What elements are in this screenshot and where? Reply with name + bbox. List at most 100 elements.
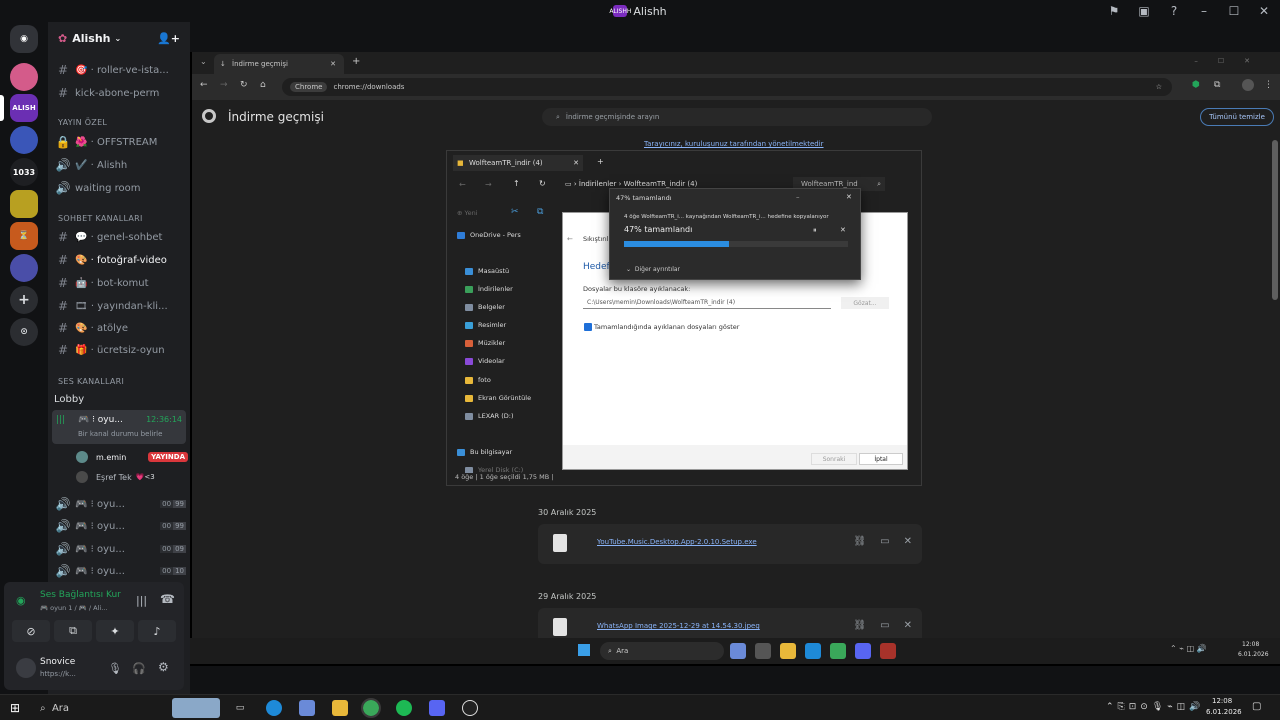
- chrome-icon[interactable]: [830, 643, 846, 659]
- screen-share-button[interactable]: ⧉: [54, 620, 92, 642]
- channel-item[interactable]: 🔊 waiting room: [54, 178, 186, 198]
- channel-item[interactable]: 🔒 🌺 · OFFSTREAM: [54, 132, 186, 152]
- maximize-icon[interactable]: ☐: [1226, 4, 1242, 18]
- remove-icon[interactable]: ✕: [904, 536, 912, 547]
- channel-item[interactable]: # 🤖 · bot-komut: [54, 273, 186, 293]
- server-icon[interactable]: [10, 254, 38, 282]
- server-header[interactable]: ✿ Alishh ⌄ 👤+: [48, 22, 190, 54]
- voice-channel-item[interactable]: 🔊 🎮 ⁝ oyu... 00 10: [54, 561, 186, 581]
- cancel-button[interactable]: İptal: [859, 453, 903, 465]
- close-icon[interactable]: ✕: [846, 193, 852, 201]
- extensions-icon[interactable]: ⧉: [1214, 80, 1220, 90]
- new-tab-icon[interactable]: +: [597, 157, 604, 166]
- nav-desktop[interactable]: Masaüstü: [465, 267, 509, 275]
- omnibox[interactable]: Chrome chrome://downloads ☆: [282, 78, 1172, 96]
- noise-suppression-icon[interactable]: |||: [136, 594, 147, 607]
- folder-icon[interactable]: ▭: [880, 536, 889, 547]
- server-icon[interactable]: ⏳: [10, 222, 38, 250]
- channel-item[interactable]: # 🎨 · fotoğraf-video: [54, 250, 186, 270]
- bookmark-star-icon[interactable]: ☆: [1156, 83, 1162, 91]
- extension-icon[interactable]: ⬢: [1192, 80, 1200, 90]
- headphones-icon[interactable]: 🎧: [132, 662, 146, 675]
- nav-folder-foto[interactable]: foto: [465, 376, 491, 384]
- up-icon[interactable]: ↑: [513, 179, 520, 188]
- dest-path-input[interactable]: C:\Users\memin\Downloads\WolfteamTR_indi…: [583, 297, 831, 309]
- add-member-icon[interactable]: 👤+: [157, 32, 180, 45]
- site-chip[interactable]: Chrome: [290, 82, 328, 92]
- window-controls[interactable]: –☐✕: [1194, 57, 1270, 65]
- new-tab-icon[interactable]: +: [352, 56, 360, 67]
- server-icon-1033[interactable]: 1033: [10, 158, 38, 186]
- tray-icons[interactable]: ⌃ ⌁ ◫ 🔊: [1170, 644, 1207, 653]
- back-icon[interactable]: ←: [459, 180, 466, 189]
- inbox-icon[interactable]: ⚑: [1106, 4, 1122, 18]
- show-files-checkbox[interactable]: [584, 323, 592, 331]
- nav-videos[interactable]: Videolar: [465, 357, 505, 365]
- nav-pictures[interactable]: Resimler: [465, 321, 506, 329]
- spotify-icon[interactable]: [396, 700, 412, 716]
- channel-item[interactable]: # 🎯 · roller-ve-ista...: [54, 60, 186, 80]
- screen-share-icon[interactable]: ▣: [1136, 4, 1152, 18]
- channel-item[interactable]: # 🎁 · ücretsiz-oyun: [54, 340, 186, 360]
- remove-icon[interactable]: ✕: [904, 620, 912, 631]
- nav-drive-d[interactable]: LEXAR (D:): [465, 412, 513, 420]
- server-icon[interactable]: [10, 126, 38, 154]
- more-details-toggle[interactable]: ⌄ Diğer ayrıntılar: [626, 266, 680, 273]
- channel-item[interactable]: Lobby: [54, 389, 186, 409]
- channel-item[interactable]: # kick-abone-perm: [54, 83, 186, 103]
- voice-member[interactable]: m.emin YAYINDA: [76, 449, 188, 465]
- minimize-icon[interactable]: –: [796, 193, 800, 201]
- avatar[interactable]: [16, 658, 36, 678]
- file-explorer-icon[interactable]: [780, 643, 796, 659]
- server-icon[interactable]: [10, 190, 38, 218]
- cut-icon[interactable]: ✂: [511, 207, 519, 217]
- help-icon[interactable]: ?: [1166, 4, 1182, 18]
- voice-connection-title[interactable]: Ses Bağlantısı Kur: [40, 590, 121, 600]
- file-explorer-icon[interactable]: [332, 700, 348, 716]
- server-icon-alishh[interactable]: ALISH: [10, 94, 38, 122]
- discover-icon[interactable]: ⊙: [10, 318, 38, 346]
- settings-icon[interactable]: ⚙: [158, 660, 169, 674]
- pause-icon[interactable]: ⏸: [813, 226, 817, 235]
- file-link[interactable]: WhatsApp Image 2025-12-29 at 14.54.30.jp…: [597, 622, 760, 630]
- copy-link-icon[interactable]: ⛓: [853, 536, 866, 547]
- close-tab-icon[interactable]: ✕: [573, 159, 579, 167]
- chrome-icon[interactable]: [361, 698, 381, 718]
- windows-start-icon[interactable]: [578, 644, 590, 656]
- back-icon[interactable]: ←: [567, 235, 573, 243]
- copy-link-icon[interactable]: ⛓: [853, 620, 866, 631]
- disconnect-icon[interactable]: ☎: [160, 592, 175, 606]
- app-icon[interactable]: [880, 643, 896, 659]
- windows-start-icon[interactable]: ⊞: [10, 701, 20, 715]
- voice-channel-item[interactable]: 🔊 🎮 ⁝ oyu... 00 99: [54, 516, 186, 536]
- copilot-icon[interactable]: [299, 700, 315, 716]
- search-input[interactable]: ⌕ İndirme geçmişinde arayın: [542, 108, 932, 126]
- soundboard-button[interactable]: ♪: [138, 620, 176, 642]
- nav-folder-screenshots[interactable]: Ekran Görüntüle: [465, 394, 531, 402]
- nav-documents[interactable]: Belgeler: [465, 303, 505, 311]
- discord-icon[interactable]: [855, 643, 871, 659]
- minimize-icon[interactable]: –: [1196, 4, 1212, 18]
- camera-button[interactable]: ⊘: [12, 620, 50, 642]
- menu-icon[interactable]: ⋮: [1264, 80, 1273, 90]
- refresh-icon[interactable]: ↻: [539, 179, 546, 188]
- tray-icons[interactable]: ⌃⎘⊡⊙🎙⌁◫🔊: [1106, 702, 1204, 712]
- close-icon[interactable]: ✕: [1256, 4, 1272, 18]
- profile-icon[interactable]: [1242, 79, 1254, 91]
- notification-icon[interactable]: ▢: [1252, 701, 1261, 712]
- nav-music[interactable]: Müzikler: [465, 339, 505, 347]
- category-label[interactable]: YAYIN ÖZEL: [58, 118, 107, 127]
- channel-item[interactable]: # 🎞 · yayından-kli...: [54, 296, 186, 316]
- channel-item[interactable]: # 🎨 · atölye: [54, 318, 186, 338]
- copy-icon[interactable]: ⧉: [537, 207, 543, 217]
- cancel-copy-icon[interactable]: ✕: [840, 226, 846, 234]
- discord-icon[interactable]: [429, 700, 445, 716]
- microphone-icon[interactable]: 🎙: [108, 662, 122, 675]
- file-link[interactable]: YouTube.Music.Desktop.App-2.0.10.Setup.e…: [597, 538, 757, 546]
- task-view-icon[interactable]: ▭: [232, 700, 248, 716]
- server-icon[interactable]: [10, 63, 38, 91]
- voice-member[interactable]: Eşref Tek 💗<3: [76, 470, 188, 484]
- new-button[interactable]: ⊕ Yeni: [457, 209, 478, 217]
- taskbar-search[interactable]: ⌕ Ara: [36, 698, 222, 718]
- active-voice-channel[interactable]: ||| 🎮 ⁝ oyu... 12:36:14 Bir kanal durumu…: [52, 410, 186, 444]
